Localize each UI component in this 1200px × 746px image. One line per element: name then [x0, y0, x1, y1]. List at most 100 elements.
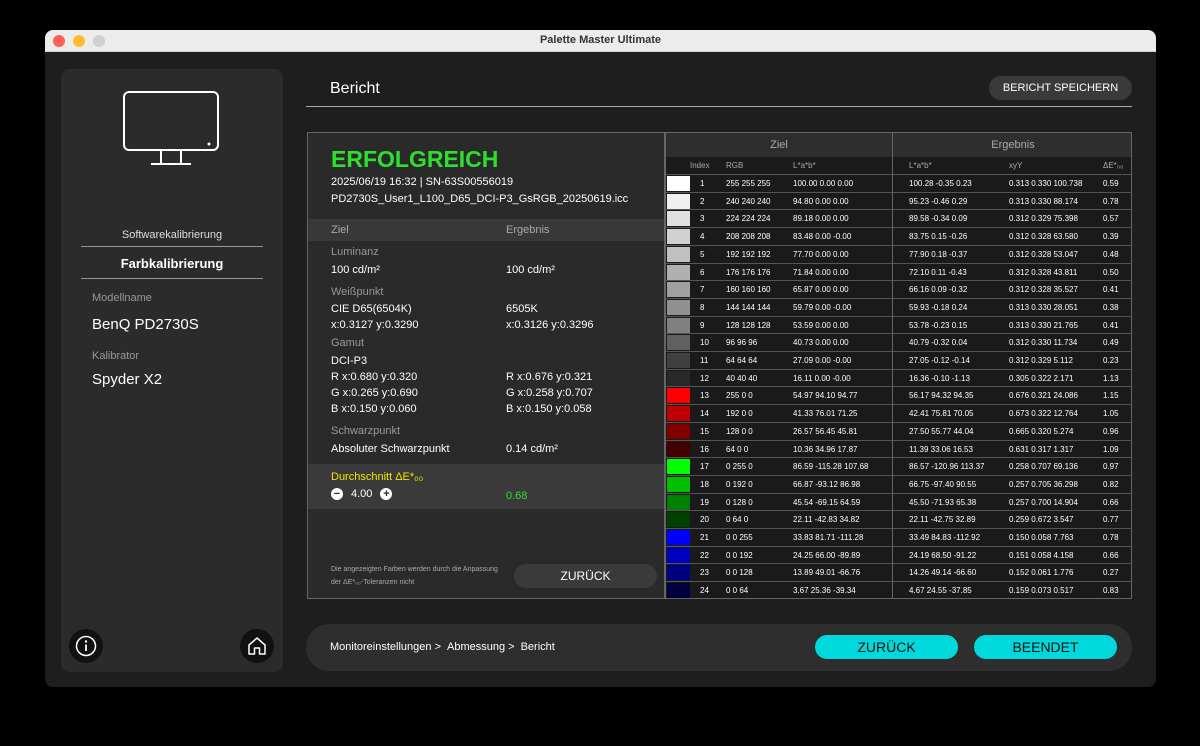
cell-lab: 45.54 -69.15 64.59 [793, 497, 861, 507]
sidebar-item-software-calibration[interactable]: Softwarekalibrierung [81, 229, 263, 247]
profile-filename: PD2730S_User1_L100_D65_DCI-P3_GsRGB_2025… [331, 193, 629, 205]
color-swatch [667, 299, 690, 315]
color-swatch [667, 494, 690, 510]
cell-labr: 40.79 -0.32 0.04 [909, 338, 968, 348]
cell-rgb: 160 160 160 [726, 285, 771, 295]
cell-rgb: 0 0 192 [726, 550, 753, 560]
cell-i: 19 [700, 497, 709, 507]
cell-lab: 100.00 0.00 0.00 [793, 179, 854, 188]
cell-de: 1.05 [1103, 409, 1119, 419]
table-row: 15 128 0 0 26.57 56.45 45.81 27.50 55.77 44… [666, 421, 1131, 440]
cell-labr: 24.19 68.50 -91.22 [909, 550, 977, 560]
color-swatch [667, 530, 690, 545]
cell-labr: 83.75 0.15 -0.26 [909, 232, 968, 242]
cell-xyy: 0.665 0.320 5.274 [1009, 426, 1074, 436]
table-row: 19 0 128 0 45.54 -69.15 64.59 45.50 -71.93 … [666, 492, 1131, 511]
save-report-button[interactable]: BERICHT SPEICHERN [989, 76, 1132, 100]
info-icon [75, 635, 97, 657]
table-row: 11 64 64 64 27.09 0.00 -0.00 27.05 -0.12 -0… [666, 351, 1131, 369]
cell-rgb: 0 0 128 [726, 568, 753, 578]
col-lab-result: L*a*b* [909, 161, 932, 170]
cell-de: 0.41 [1103, 285, 1119, 295]
color-swatch [667, 547, 690, 563]
cell-de: 0.83 [1103, 586, 1119, 596]
breadcrumb-monitor-settings[interactable]: Monitoreinstellungen > [330, 641, 441, 653]
group-target-header: Ziel [666, 133, 892, 157]
cell-i: 12 [700, 373, 709, 383]
breadcrumb-measurement[interactable]: Abmessung > [447, 641, 515, 653]
info-button[interactable] [69, 629, 103, 663]
status-success: ERFOLGREICH [331, 146, 499, 172]
cell-rgb: 0 0 255 [726, 533, 753, 542]
color-swatch [667, 317, 690, 333]
plus-icon[interactable]: + [380, 488, 393, 500]
cell-lab: 40.73 0.00 0.00 [793, 338, 849, 348]
cell-xyy: 0.257 0.700 14.904 [1009, 497, 1078, 507]
color-swatch [667, 246, 690, 262]
color-swatch [667, 353, 690, 368]
blackpoint-result: 0.14 cd/m² [506, 443, 558, 455]
table-row: 2 240 240 240 94.80 0.00 0.00 95.23 -0.46 0… [666, 191, 1131, 210]
cell-xyy: 0.312 0.329 5.112 [1009, 356, 1073, 365]
table-row: 14 192 0 0 41.33 76.01 71.25 42.41 75.81 70… [666, 404, 1131, 422]
table-row: 22 0 0 192 24.25 66.00 -89.89 24.19 68.50 -… [666, 545, 1131, 564]
cell-lab: 65.87 0.00 0.00 [793, 285, 849, 295]
minus-icon[interactable]: − [331, 488, 343, 500]
color-swatch [667, 476, 690, 492]
tolerance-value: 4.00 [351, 488, 373, 500]
cell-de: 1.15 [1103, 391, 1119, 401]
cell-de: 0.78 [1103, 533, 1119, 542]
cell-lab: 3.67 25.36 -39.34 [793, 586, 856, 596]
home-button[interactable] [240, 629, 274, 663]
sidebar: Softwarekalibrierung Farbkalibrierung Mo… [61, 69, 283, 672]
finish-button[interactable]: BEENDET [974, 635, 1117, 659]
cell-lab: 66.87 -93.12 86.98 [793, 479, 861, 489]
back-button-small[interactable]: ZURÜCK [514, 564, 657, 588]
cell-i: 8 [700, 302, 705, 312]
table-row: 6 176 176 176 71.84 0.00 0.00 72.10 0.11 -0… [666, 262, 1131, 281]
cell-lab: 83.48 0.00 -0.00 [793, 232, 852, 242]
cell-i: 24 [700, 586, 709, 596]
whitepoint-target-2: x:0.3127 y:0.3290 [331, 319, 419, 331]
cell-xyy: 0.259 0.672 3.547 [1009, 515, 1074, 525]
cell-de: 0.38 [1103, 302, 1119, 312]
cell-labr: 53.78 -0.23 0.15 [909, 320, 968, 330]
cell-i: 21 [700, 533, 709, 542]
color-swatch [667, 423, 690, 439]
cell-xyy: 0.257 0.705 36.298 [1009, 479, 1078, 489]
cell-labr: 14.26 49.14 -66.60 [909, 568, 977, 578]
color-swatch [667, 370, 690, 386]
cell-rgb: 240 240 240 [726, 196, 771, 206]
col-delta: ΔE*₀₀ [1103, 161, 1124, 170]
cell-de: 0.49 [1103, 338, 1119, 348]
cell-xyy: 0.313 0.330 28.051 [1009, 302, 1078, 312]
cell-xyy: 0.305 0.322 2.171 [1009, 373, 1074, 383]
cell-rgb: 0 255 0 [726, 462, 753, 472]
sidebar-item-color-calibration[interactable]: Farbkalibrierung [81, 249, 263, 279]
cell-rgb: 64 64 64 [726, 356, 758, 365]
cell-i: 13 [700, 391, 709, 401]
app-window: Palette Master Ultimate Softwarekalibrie… [45, 30, 1156, 687]
monitor-icon [121, 89, 221, 172]
cell-de: 0.78 [1103, 196, 1119, 206]
cell-xyy: 0.312 0.330 11.734 [1009, 338, 1078, 348]
model-value: BenQ PD2730S [92, 316, 199, 333]
cell-xyy: 0.150 0.058 7.763 [1009, 533, 1074, 542]
table-row: 1 255 255 255 100.00 0.00 0.00 100.28 -0.35… [666, 174, 1131, 192]
color-swatch [667, 264, 690, 280]
luminance-target: 100 cd/m² [331, 264, 380, 276]
breadcrumb: Monitoreinstellungen > Abmessung > Beric… [330, 641, 555, 653]
table-row: 18 0 192 0 66.87 -93.12 86.98 66.75 -97.40 … [666, 474, 1131, 493]
table-row: 13 255 0 0 54.97 94.10 94.77 56.17 94.32 94… [666, 386, 1131, 404]
cell-labr: 45.50 -71.93 65.38 [909, 497, 977, 507]
cell-lab: 13.89 49.01 -66.76 [793, 568, 861, 578]
titlebar: Palette Master Ultimate [45, 30, 1156, 52]
color-swatch [667, 441, 690, 457]
table-row: 9 128 128 128 53.59 0.00 0.00 53.78 -0.23 0… [666, 315, 1131, 334]
back-button[interactable]: ZURÜCK [815, 635, 958, 659]
gamut-b-result: B x:0.150 y:0.058 [506, 403, 592, 415]
cell-de: 0.59 [1103, 179, 1119, 188]
cell-xyy: 0.673 0.322 12.764 [1009, 409, 1078, 419]
tolerance-stepper: − 4.00 + [331, 488, 393, 500]
table-row: 4 208 208 208 83.48 0.00 -0.00 83.75 0.15 -… [666, 227, 1131, 245]
